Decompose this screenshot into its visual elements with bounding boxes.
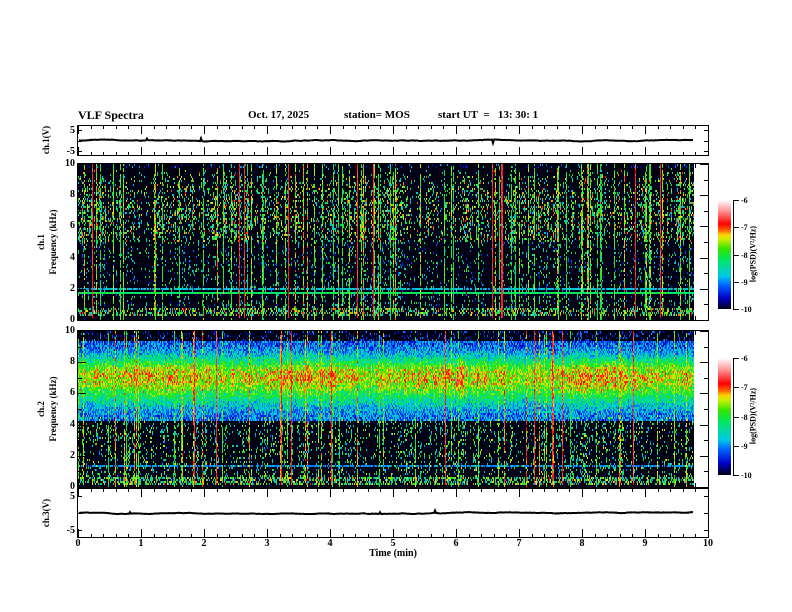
voltage-tick-label: -5 (66, 145, 75, 157)
colorbar-ch2-unit-label: log(PSD)(V²/Hz) (748, 387, 758, 445)
header-station: station= MOS (344, 109, 410, 121)
ch1-spectrogram-panel (77, 163, 709, 321)
colorbar-tick-label: -7 (741, 383, 748, 393)
frequency-tick-label: 8 (70, 356, 75, 368)
frequency-tick-label: 0 (70, 314, 75, 325)
colorbar-tick (733, 309, 739, 310)
colorbar-tick-label: -9 (741, 441, 748, 451)
x-tick-label: 6 (453, 538, 459, 549)
frequency-tick-label: 10 (65, 325, 75, 336)
ch2-frequency-axis-title: Frequency (kHz) (48, 376, 58, 442)
colorbar-tick (733, 227, 739, 229)
colorbar-tick-label: -6 (741, 354, 748, 363)
header-start-ut: start UT = 13: 30: 1 (438, 109, 539, 121)
x-tick-label: 7 (516, 538, 522, 549)
x-tick-label: 8 (579, 538, 585, 549)
frequency-tick-label: 2 (70, 282, 75, 294)
colorbar-tick-label: -7 (741, 223, 748, 233)
colorbar-tick (733, 475, 739, 476)
page-title: VLF Spectra (78, 108, 144, 122)
colorbar-ch1-unit-label: log(PSD)(V²/Hz) (748, 225, 758, 283)
ch1-channel-label: ch.1 (36, 234, 46, 250)
colorbar-tick (733, 200, 739, 201)
frequency-tick-label: 4 (70, 251, 75, 263)
voltage-tick-label: 5 (70, 491, 75, 503)
frequency-tick-label: 6 (70, 220, 75, 232)
voltage-tick-label: -5 (66, 524, 75, 536)
x-tick-label: 2 (201, 538, 207, 549)
frequency-tick-label: 4 (70, 418, 75, 430)
x-tick-label: 4 (327, 538, 333, 549)
ch1-voltage-panel (77, 125, 709, 156)
ch3-voltage-axis-title: ch.3(V) (41, 498, 51, 528)
x-tick-label: 9 (642, 538, 648, 549)
colorbar-tick (733, 387, 739, 389)
ch2-channel-label: ch.2 (36, 401, 46, 417)
voltage-tick-label: 5 (70, 125, 75, 137)
frequency-tick-label: 8 (70, 189, 75, 201)
ch2-spectrogram-panel (77, 330, 709, 488)
x-tick-label: 10 (703, 538, 713, 549)
colorbar-tick (733, 254, 739, 256)
colorbar-tick (733, 416, 739, 418)
x-tick-label: 0 (75, 538, 81, 549)
header-date: Oct. 17, 2025 (248, 109, 310, 121)
frequency-tick-label: 2 (70, 449, 75, 461)
colorbar-tick (733, 281, 739, 283)
x-tick-label: 1 (138, 538, 144, 549)
colorbar-tick-label: -10 (741, 471, 752, 480)
colorbar-tick-label: -8 (741, 250, 748, 260)
colorbar-tick (733, 445, 739, 447)
colorbar-tick-label: -10 (741, 305, 752, 314)
colorbar-ch1-gradient (718, 200, 731, 309)
colorbar-ch2-gradient (718, 358, 731, 475)
colorbar-tick-label: -9 (741, 277, 748, 287)
colorbar-tick (733, 358, 739, 359)
ch1-frequency-axis-title: Frequency (kHz) (48, 209, 58, 275)
ch3-voltage-panel (77, 488, 709, 538)
vlf-spectra-page: VLF Spectra Oct. 17, 2025 station= MOS s… (0, 0, 792, 612)
frequency-tick-label: 6 (70, 387, 75, 399)
colorbar-tick-label: -6 (741, 196, 748, 205)
time-axis-label: Time (min) (369, 548, 417, 559)
frequency-tick-label: 10 (65, 158, 75, 169)
colorbar-tick-label: -8 (741, 412, 748, 422)
ch1-voltage-axis-title: ch.1(V) (41, 125, 51, 155)
x-tick-label: 3 (264, 538, 270, 549)
